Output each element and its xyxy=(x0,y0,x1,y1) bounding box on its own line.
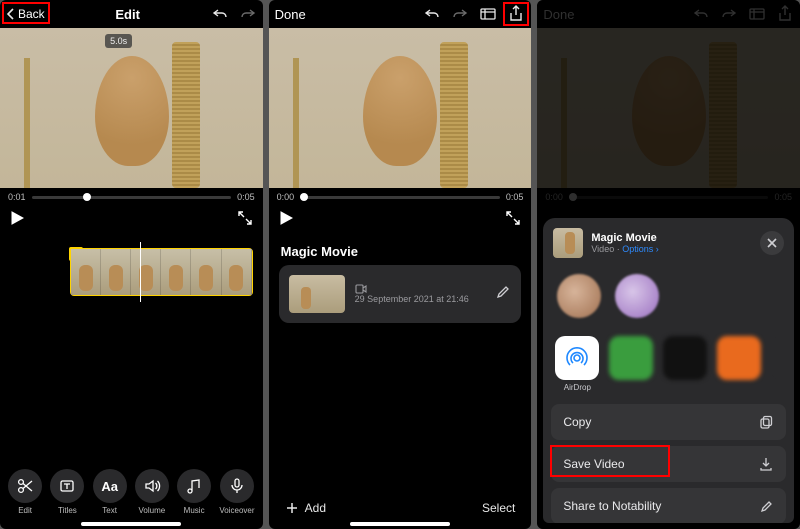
screen-edit: Back Edit 5.0s 0:01 0:05 T xyxy=(0,0,263,529)
bottom-bar: Add Select xyxy=(269,501,532,515)
scissors-icon xyxy=(8,469,42,503)
play-button[interactable] xyxy=(10,211,24,230)
options-link[interactable]: Options › xyxy=(622,244,659,254)
undo-icon[interactable] xyxy=(211,5,229,23)
back-button[interactable]: Back xyxy=(6,7,45,21)
playhead[interactable] xyxy=(140,242,141,302)
share-icon[interactable] xyxy=(507,5,525,23)
undo-icon[interactable] xyxy=(423,5,441,23)
action-save-video[interactable]: Save Video xyxy=(551,446,786,482)
tool-music[interactable]: Music xyxy=(177,469,211,515)
scrubber[interactable]: 0:01 0:05 xyxy=(0,188,263,206)
apps-row: AirDrop xyxy=(543,328,794,404)
app-airdrop[interactable]: AirDrop xyxy=(555,336,599,392)
fullscreen-icon[interactable] xyxy=(505,210,521,231)
time-current: 0:00 xyxy=(277,192,295,202)
contacts-row xyxy=(543,268,794,328)
sheet-title: Magic Movie xyxy=(591,232,752,244)
screen-share-sheet: Done 0:00 0:05 Magic Movie Video · Optio… xyxy=(537,0,800,529)
scrubber-track[interactable] xyxy=(300,196,500,199)
screen-project: Done 0:00 0:05 Magic Movie 29 Sep xyxy=(269,0,532,529)
redo-icon[interactable] xyxy=(239,5,257,23)
volume-icon xyxy=(135,469,169,503)
time-current: 0:01 xyxy=(8,192,26,202)
done-button[interactable]: Done xyxy=(275,7,306,22)
titles-icon xyxy=(50,469,84,503)
music-icon xyxy=(177,469,211,503)
action-share-notability[interactable]: Share to Notability xyxy=(551,488,786,523)
airdrop-icon xyxy=(555,336,599,380)
play-button[interactable] xyxy=(279,211,293,230)
text-icon: Aa xyxy=(93,469,127,503)
action-copy[interactable]: Copy xyxy=(551,404,786,440)
sheet-thumbnail xyxy=(553,228,583,258)
clip-strip[interactable]: T xyxy=(70,248,253,296)
topbar: Done xyxy=(269,0,532,28)
sheet-subtype: Video xyxy=(591,244,614,254)
home-indicator[interactable] xyxy=(350,522,450,526)
project-card[interactable]: 29 September 2021 at 21:46 xyxy=(279,265,522,323)
video-preview[interactable]: 5.0s xyxy=(0,28,263,188)
app-more[interactable] xyxy=(771,336,794,392)
topbar: Back Edit xyxy=(0,0,263,28)
tool-volume[interactable]: Volume xyxy=(135,469,169,515)
tool-text[interactable]: Aa Text xyxy=(93,469,127,515)
tool-titles[interactable]: Titles xyxy=(50,469,84,515)
title: Edit xyxy=(45,7,211,22)
timeline[interactable]: T xyxy=(0,242,263,306)
video-icon xyxy=(355,284,367,294)
app-blur-3[interactable] xyxy=(717,336,761,392)
project-date: 29 September 2021 at 21:46 xyxy=(355,294,469,304)
close-button[interactable] xyxy=(760,231,784,255)
copy-icon xyxy=(758,414,774,430)
add-button[interactable]: Add xyxy=(285,501,326,515)
share-sheet: Magic Movie Video · Options › AirDrop xyxy=(543,218,794,523)
app-blur-1[interactable] xyxy=(609,336,653,392)
select-button[interactable]: Select xyxy=(482,501,515,515)
app-blur-2[interactable] xyxy=(663,336,707,392)
video-preview[interactable] xyxy=(269,28,532,188)
time-total: 0:05 xyxy=(506,192,524,202)
back-label: Back xyxy=(18,7,45,21)
scrubber-track[interactable] xyxy=(32,196,232,199)
toolbar: Edit Titles Aa Text Volume Music Voiceov… xyxy=(0,469,263,515)
time-total: 0:05 xyxy=(237,192,255,202)
scrubber[interactable]: 0:00 0:05 xyxy=(269,188,532,206)
home-indicator[interactable] xyxy=(81,522,181,526)
edit-pencil-icon[interactable] xyxy=(495,284,511,305)
tool-voiceover[interactable]: Voiceover xyxy=(219,469,254,515)
redo-icon[interactable] xyxy=(451,5,469,23)
notability-icon xyxy=(758,498,774,514)
contact-avatar[interactable] xyxy=(615,274,659,318)
section-title: Magic Movie xyxy=(269,234,532,265)
project-thumbnail xyxy=(289,275,345,313)
contact-avatar[interactable] xyxy=(557,274,601,318)
clip-duration-badge: 5.0s xyxy=(105,34,132,48)
storyboard-icon[interactable] xyxy=(479,5,497,23)
mic-icon xyxy=(220,469,254,503)
fullscreen-icon[interactable] xyxy=(237,210,253,231)
download-icon xyxy=(758,456,774,472)
add-label: Add xyxy=(305,501,326,515)
tool-edit[interactable]: Edit xyxy=(8,469,42,515)
